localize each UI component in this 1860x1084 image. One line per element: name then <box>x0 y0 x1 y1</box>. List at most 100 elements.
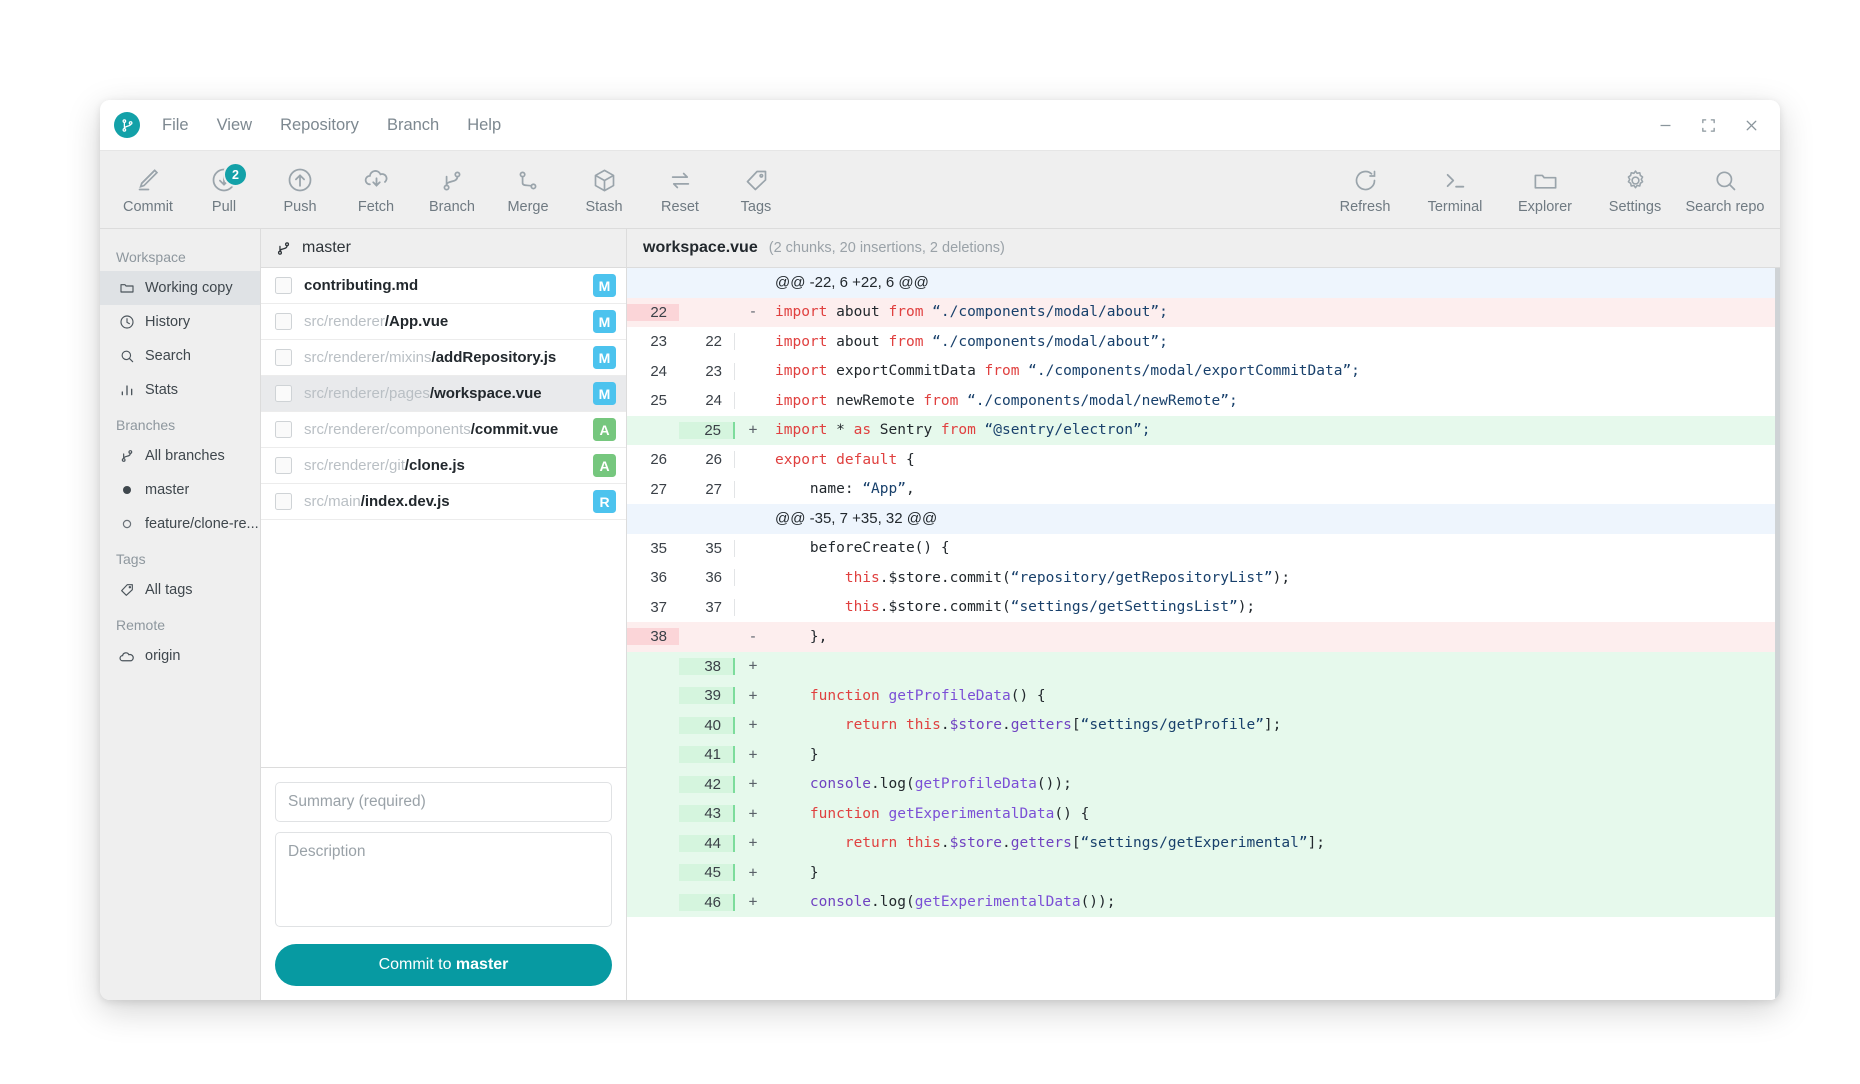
sidebar-item-master[interactable]: master <box>100 473 260 507</box>
file-stage-checkbox[interactable] <box>275 385 292 402</box>
toolbar-reset-button[interactable]: Reset <box>642 164 718 215</box>
file-row[interactable]: src/renderer/mixins/addRepository.js M <box>261 340 626 376</box>
code-token: .$store.commit( <box>879 569 1011 586</box>
sidebar: Workspace Working copy History Search St… <box>100 229 261 1000</box>
sidebar-item-search[interactable]: Search <box>100 339 260 373</box>
code-token: import <box>775 392 828 409</box>
file-path: contributing.md <box>304 277 593 294</box>
file-path: src/renderer/mixins/addRepository.js <box>304 349 593 366</box>
toolbar-settings-button[interactable]: Settings <box>1590 164 1680 215</box>
file-stage-checkbox[interactable] <box>275 349 292 366</box>
diff-vertical-scrollbar[interactable] <box>1775 268 1780 1000</box>
toolbar-fetch-label: Fetch <box>357 199 395 215</box>
files-panel-header: master <box>261 229 626 268</box>
maximize-button[interactable] <box>1700 117 1717 134</box>
code-token: from <box>940 422 976 439</box>
sidebar-item-history[interactable]: History <box>100 305 260 339</box>
commit-description-input[interactable] <box>275 832 612 927</box>
diff-line-code: import exportCommitData from “./componen… <box>771 363 1780 379</box>
sidebar-item-feature-branch[interactable]: feature/clone-re... <box>100 507 260 541</box>
diff-new-line-number: 35 <box>679 539 735 557</box>
toolbar-search-repo-button[interactable]: Search repo <box>1680 164 1770 215</box>
diff-old-line-number: 35 <box>650 539 667 557</box>
code-token: beforeCreate() { <box>775 540 950 557</box>
diff-body[interactable]: @@ -22, 6 +22, 6 @@ 22- import about from … <box>627 268 1780 1000</box>
code-token: . <box>940 717 950 734</box>
file-row[interactable]: contributing.md M <box>261 268 626 304</box>
menu-file[interactable]: File <box>162 116 189 135</box>
file-stage-checkbox[interactable] <box>275 277 292 294</box>
file-row[interactable]: src/renderer/App.vue M <box>261 304 626 340</box>
code-token: getters <box>1010 717 1072 734</box>
sidebar-item-all-tags[interactable]: All tags <box>100 573 260 607</box>
close-icon <box>1746 120 1757 130</box>
toolbar-push-button[interactable]: Push <box>262 164 338 215</box>
files-panel: master contributing.md Msrc/renderer/App.… <box>261 229 627 1000</box>
diff-new-line-number: 22 <box>679 333 735 351</box>
sidebar-item-working-copy[interactable]: Working copy <box>100 271 260 305</box>
code-token: getProfileData <box>914 776 1037 793</box>
commit-to-branch-button[interactable]: Commit to master <box>275 944 612 986</box>
main-body: Workspace Working copy History Search St… <box>100 229 1780 1000</box>
diff-new-line-number: 37 <box>679 598 735 616</box>
file-row[interactable]: src/renderer/components/commit.vue A <box>261 412 626 448</box>
toolbar-branch-button[interactable]: Branch <box>414 164 490 215</box>
file-stage-checkbox[interactable] <box>275 313 292 330</box>
app-window: File View Repository Branch Help Commit <box>100 100 1780 1000</box>
maximize-icon <box>1702 118 1715 132</box>
sidebar-item-origin[interactable]: origin <box>100 639 260 673</box>
code-token: . <box>940 835 950 852</box>
toolbar-fetch-button[interactable]: Fetch <box>338 164 414 215</box>
file-row[interactable]: src/renderer/git/clone.js A <box>261 448 626 484</box>
file-path: src/renderer/git/clone.js <box>304 457 593 474</box>
toolbar-merge-button[interactable]: Merge <box>490 164 566 215</box>
diff-line-sign: + <box>748 422 758 439</box>
terminal-icon <box>1442 164 1469 194</box>
toolbar-refresh-button[interactable]: Refresh <box>1320 164 1410 215</box>
diff-line-sign: + <box>748 894 758 911</box>
file-stage-checkbox[interactable] <box>275 457 292 474</box>
file-row[interactable]: src/main/index.dev.js R <box>261 484 626 520</box>
minimize-button[interactable] <box>1657 117 1674 134</box>
code-token: return <box>844 717 898 734</box>
diff-new-line-number: 23 <box>679 362 735 380</box>
sidebar-item-stats[interactable]: Stats <box>100 373 260 407</box>
code-token: }, <box>775 628 828 645</box>
toolbar-explorer-button[interactable]: Explorer <box>1500 164 1590 215</box>
toolbar-pull-button[interactable]: 2 Pull <box>186 162 262 215</box>
diff-line-sign: + <box>748 687 758 704</box>
diff-line-sign: - <box>748 304 758 321</box>
toolbar-stash-button[interactable]: Stash <box>566 164 642 215</box>
file-list[interactable]: contributing.md Msrc/renderer/App.vue Msrc… <box>261 268 626 768</box>
menu-repository[interactable]: Repository <box>280 116 359 135</box>
toolbar-stash-label: Stash <box>585 199 623 215</box>
menu-branch[interactable]: Branch <box>387 116 439 135</box>
pull-badge: 2 <box>223 162 248 187</box>
sidebar-item-all-branches[interactable]: All branches <box>100 439 260 473</box>
toolbar-terminal-button[interactable]: Terminal <box>1410 164 1500 215</box>
file-stage-checkbox[interactable] <box>275 493 292 510</box>
code-token: } <box>775 864 819 881</box>
code-token: .log( <box>871 776 915 793</box>
diff-line-del: 38 - }, <box>627 622 1780 652</box>
commit-summary-input[interactable] <box>275 782 612 822</box>
diff-line-sign: - <box>748 628 758 645</box>
refresh-icon <box>1352 164 1379 194</box>
file-stage-checkbox[interactable] <box>275 421 292 438</box>
toolbar-commit-button[interactable]: Commit <box>110 164 186 215</box>
file-base: /addRepository.js <box>431 349 557 366</box>
sidebar-group-workspace: Workspace <box>116 249 186 265</box>
menu-help[interactable]: Help <box>467 116 501 135</box>
menu-view[interactable]: View <box>217 116 252 135</box>
toolbar-tags-label: Tags <box>740 199 772 215</box>
file-base: /commit.vue <box>470 421 559 438</box>
close-button[interactable] <box>1743 117 1760 134</box>
file-row[interactable]: src/renderer/pages/workspace.vue M <box>261 376 626 412</box>
toolbar-tags-button[interactable]: Tags <box>718 164 794 215</box>
code-token: function <box>809 805 880 822</box>
app-logo <box>114 112 140 138</box>
code-token: { <box>897 451 915 468</box>
diff-old-line-number: 26 <box>650 451 667 469</box>
